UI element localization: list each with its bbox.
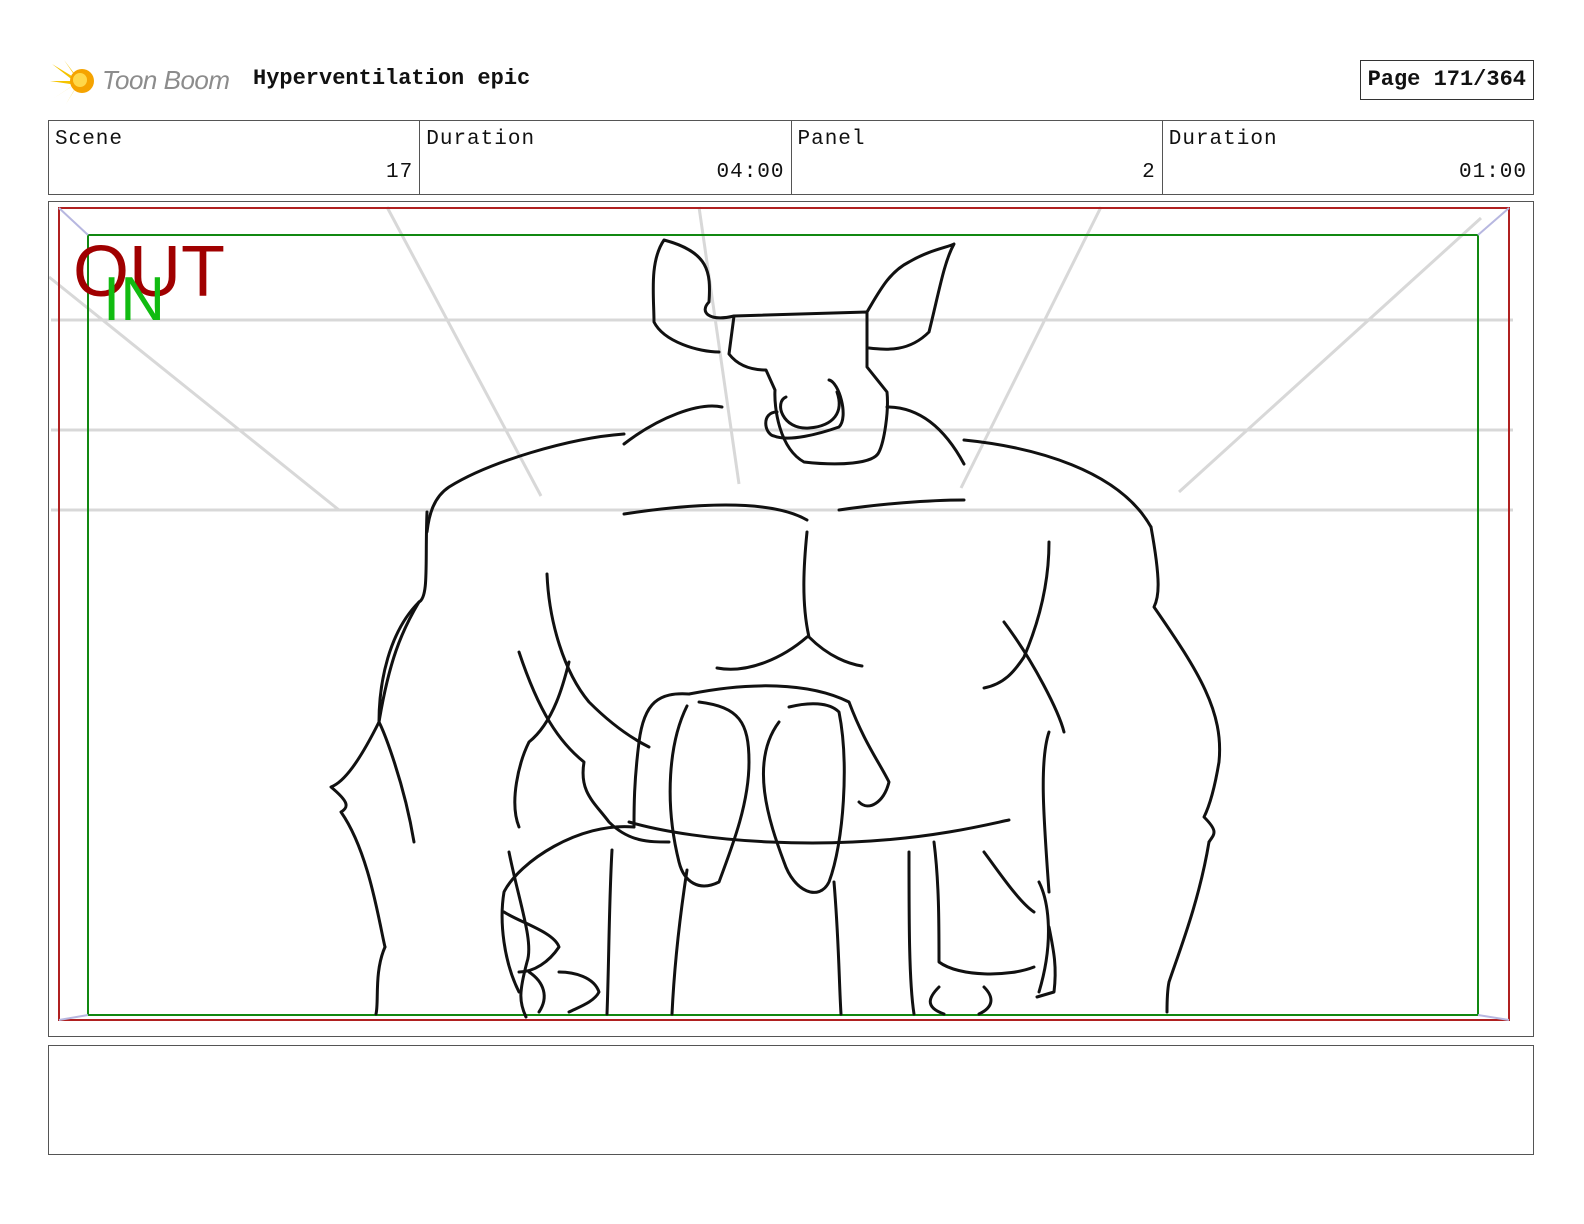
scene-label: Scene [55,128,124,151]
scene-duration-value: 04:00 [716,161,785,184]
in-label: IN [103,265,165,334]
scene-info-table: Scene 17 Duration 04:00 Panel 2 Duration… [48,120,1534,195]
panel-duration-value: 01:00 [1458,161,1527,184]
panel-value: 2 [1142,161,1156,184]
panel-notes [48,1045,1534,1155]
perspective-guides [48,206,1513,512]
scene-duration-label: Duration [426,128,536,151]
page-number: Page 171/364 [1359,60,1534,100]
scene-duration-cell: Duration 04:00 [420,121,792,194]
panel-duration-label: Duration [1168,128,1278,151]
document-title: Hyperventilation epic [253,66,531,91]
toon-boom-logo: Toon Boom [50,56,245,106]
scene-cell: Scene 17 [49,121,421,194]
creature-sketch [329,238,1222,1019]
storyboard-panel: OUT IN [48,201,1534,1037]
frame-corner-lines [58,207,1510,1021]
panel-drawing: OUT IN [48,206,1513,1021]
scene-value: 17 [386,161,414,184]
out-frame [58,207,1510,1021]
panel-duration-cell: Duration 01:00 [1163,121,1533,194]
starburst-icon [50,60,94,104]
logo-text: Toon Boom [102,65,230,95]
panel-cell: Panel 2 [792,121,1163,194]
page-header: Toon Boom Hyperventilation epic Page 171… [50,56,1534,106]
panel-label: Panel [797,128,866,151]
in-frame [87,234,1479,1016]
